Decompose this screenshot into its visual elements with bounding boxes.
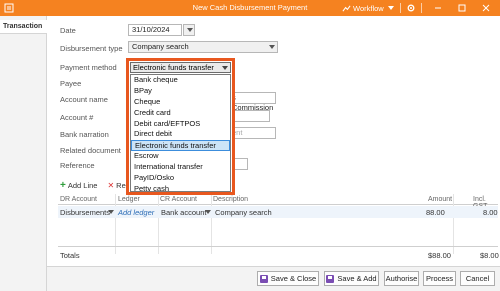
account-name-field[interactable]: s Commission xyxy=(228,92,276,112)
close-icon: ✕ xyxy=(107,181,115,190)
payment-method-value: Electronic funds transfer xyxy=(133,63,214,72)
close-button[interactable] xyxy=(480,2,492,14)
side-tab-panel: Transaction xyxy=(0,16,47,291)
payment-method-select[interactable]: Electronic funds transfer xyxy=(130,62,231,73)
col-description[interactable]: Description xyxy=(213,196,248,203)
payment-method-dropdown: Electronic funds transfer Bank cheque BP… xyxy=(126,58,235,195)
option-credit-card[interactable]: Credit card xyxy=(131,108,230,119)
workflow-icon xyxy=(342,4,351,12)
maximize-button[interactable] xyxy=(456,2,468,14)
chevron-down-icon[interactable] xyxy=(205,210,211,214)
save-close-button[interactable]: Save & Close xyxy=(257,271,319,286)
save-close-label: Save & Close xyxy=(270,274,317,283)
option-bpay[interactable]: BPay xyxy=(131,86,230,97)
payee-label: Payee xyxy=(60,79,82,88)
col-ledger[interactable]: Ledger xyxy=(118,196,140,203)
related-document-label: Related document xyxy=(60,146,121,155)
grid-header: DR Account Ledger CR Account Description… xyxy=(58,194,498,210)
save-icon xyxy=(326,274,335,283)
chevron-down-icon xyxy=(222,66,228,70)
authorise-label: Authorise xyxy=(385,274,418,283)
totals-amount: $88.00 xyxy=(428,251,451,260)
option-petty-cash[interactable]: Petty cash xyxy=(131,184,230,191)
window-title: New Cash Disbursement Payment xyxy=(192,3,308,12)
option-payid-osko[interactable]: PayID/Osko xyxy=(131,173,230,184)
option-electronic-funds-transfer[interactable]: Electronic funds transfer xyxy=(131,140,230,152)
option-cheque[interactable]: Cheque xyxy=(131,97,230,108)
col-dr-account[interactable]: DR Account xyxy=(60,196,97,203)
process-button[interactable]: Process xyxy=(423,271,456,286)
save-icon xyxy=(259,274,268,283)
chevron-down-icon xyxy=(187,28,193,32)
authorise-button[interactable]: Authorise xyxy=(384,271,419,286)
payment-method-options: Bank cheque BPay Cheque Credit card Debi… xyxy=(130,74,231,192)
remove-line-label: Re xyxy=(116,181,126,190)
save-add-label: Save & Add xyxy=(337,274,377,283)
row-incl-gst[interactable]: 8.00 xyxy=(483,208,498,217)
row-amount[interactable]: 88.00 xyxy=(426,208,445,217)
process-label: Process xyxy=(425,274,454,283)
line-toolbar: + Add Line ✕ Re xyxy=(60,179,126,191)
date-label: Date xyxy=(60,26,76,35)
totals-row: Totals $88.00 $8.00 xyxy=(58,246,499,264)
table-row[interactable]: Disbursements Add ledger Bank account Co… xyxy=(58,206,498,218)
totals-label: Totals xyxy=(60,251,80,260)
cancel-label: Cancel xyxy=(465,274,490,283)
workflow-menu[interactable]: Workflow xyxy=(342,2,394,14)
date-field[interactable]: 31/10/2024 xyxy=(128,24,182,36)
title-bar: New Cash Disbursement Payment Workflow xyxy=(0,0,500,16)
col-amount[interactable]: Amount xyxy=(428,196,452,203)
bank-narration-label: Bank narration xyxy=(60,130,109,139)
chevron-down-icon xyxy=(387,6,394,10)
add-ledger-link[interactable]: Add ledger xyxy=(118,208,154,217)
tab-transaction[interactable]: Transaction xyxy=(0,20,47,34)
disbursement-type-select[interactable]: Company search xyxy=(128,41,278,53)
workflow-label: Workflow xyxy=(353,3,384,13)
date-picker-button[interactable] xyxy=(183,24,195,36)
row-dr-account[interactable]: Disbursements xyxy=(60,208,110,217)
account-number-label: Account # xyxy=(60,113,94,122)
remove-line-button[interactable]: ✕ Re xyxy=(107,181,125,190)
plus-icon: + xyxy=(60,179,66,191)
option-direct-debit[interactable]: Direct debit xyxy=(131,129,230,140)
option-debit-card-eftpos[interactable]: Debit card/EFTPOS xyxy=(131,119,230,130)
bank-narration-field[interactable]: ent xyxy=(228,127,276,139)
disbursement-type-value: Company search xyxy=(132,42,189,51)
row-cr-account[interactable]: Bank account xyxy=(161,208,206,217)
reference-label: Reference xyxy=(60,161,95,170)
option-bank-cheque[interactable]: Bank cheque xyxy=(131,75,230,86)
chevron-down-icon xyxy=(269,45,275,49)
minimize-button[interactable] xyxy=(432,2,444,14)
totals-gst: $8.00 xyxy=(480,251,499,260)
row-description[interactable]: Company search xyxy=(215,208,272,217)
add-line-label: Add Line xyxy=(67,181,98,190)
chevron-down-icon[interactable] xyxy=(108,210,114,214)
add-line-button[interactable]: + Add Line xyxy=(60,179,98,191)
cancel-button[interactable]: Cancel xyxy=(460,271,495,286)
col-cr-account[interactable]: CR Account xyxy=(160,196,197,203)
save-add-button[interactable]: Save & Add xyxy=(324,271,379,286)
payment-method-label: Payment method xyxy=(60,63,117,72)
account-name-label: Account name xyxy=(60,95,108,104)
disbursement-type-label: Disbursement type xyxy=(60,44,123,53)
option-international-transfer[interactable]: International transfer xyxy=(131,162,230,173)
option-escrow[interactable]: Escrow xyxy=(131,151,230,162)
footer-bar: Save & Close Save & Add Authorise Proces… xyxy=(47,266,500,291)
settings-gear-icon[interactable] xyxy=(405,2,417,14)
